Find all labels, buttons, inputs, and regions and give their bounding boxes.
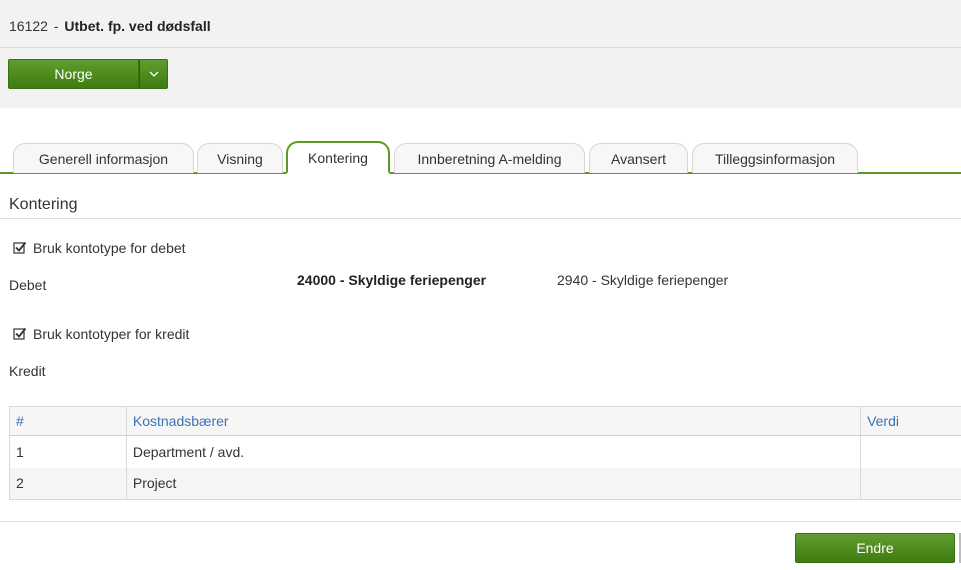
chevron-down-icon	[149, 71, 158, 77]
tab-avansert[interactable]: Avansert	[589, 143, 688, 173]
credit-checkbox-row[interactable]: Bruk kontotyper for kredit	[13, 326, 189, 342]
debit-checkbox-label: Bruk kontotype for debet	[33, 240, 186, 256]
tab-visning[interactable]: Visning	[197, 143, 283, 173]
debit-checkbox-row[interactable]: Bruk kontotype for debet	[13, 240, 186, 256]
tab-kontering[interactable]: Kontering	[286, 141, 390, 174]
country-dropdown-toggle[interactable]	[139, 59, 168, 89]
title-bar: 16122 - Utbet. fp. ved dødsfall	[0, 0, 961, 48]
row-number-cell: 1	[9, 435, 127, 468]
row-number-cell: 2	[9, 467, 127, 500]
table-row[interactable]: 2 Project	[9, 467, 961, 500]
checkbox-checked-icon[interactable]	[13, 327, 27, 341]
tab-tilleggsinformasjon[interactable]: Tilleggsinformasjon	[692, 143, 858, 173]
tab-innberetning-a-melding[interactable]: Innberetning A-melding	[394, 143, 585, 173]
value-cell[interactable]	[860, 435, 961, 468]
debit-account: 24000 - Skyldige feriepenger	[297, 272, 487, 288]
payroll-title: Utbet. fp. ved dødsfall	[64, 18, 211, 34]
credit-label: Kredit	[9, 363, 46, 379]
payroll-code: 16122	[9, 18, 48, 34]
column-header-verdi[interactable]: Verdi	[860, 406, 961, 436]
debit-label: Debet	[9, 277, 47, 293]
top-header: 16122 - Utbet. fp. ved dødsfall Norge	[0, 0, 961, 108]
cost-carrier-cell: Department / avd.	[125, 435, 862, 468]
footer-divider	[0, 521, 961, 522]
tab-generell-informasjon[interactable]: Generell informasjon	[13, 143, 194, 173]
edit-button[interactable]: Endre	[795, 533, 955, 563]
table-row[interactable]: 1 Department / avd.	[9, 435, 961, 468]
country-split-button: Norge	[8, 59, 168, 89]
cost-carrier-table: # Kostnadsbærer Verdi 1 Department / avd…	[9, 406, 961, 500]
section-title: Kontering	[9, 196, 78, 213]
title-separator: -	[53, 18, 59, 34]
page-title: 16122 - Utbet. fp. ved dødsfall	[9, 18, 211, 34]
section-divider	[0, 218, 961, 219]
debit-account-type: 2940 - Skyldige feriepenger	[557, 272, 729, 288]
table-header-row: # Kostnadsbærer Verdi	[9, 406, 961, 436]
checkbox-checked-icon[interactable]	[13, 241, 27, 255]
credit-checkbox-label: Bruk kontotyper for kredit	[33, 326, 190, 342]
cost-carrier-cell: Project	[125, 467, 862, 500]
column-header-kostnadsbaerer[interactable]: Kostnadsbærer	[125, 406, 862, 436]
column-header-number[interactable]: #	[9, 406, 127, 436]
country-button[interactable]: Norge	[8, 59, 139, 89]
value-cell[interactable]	[860, 467, 961, 500]
